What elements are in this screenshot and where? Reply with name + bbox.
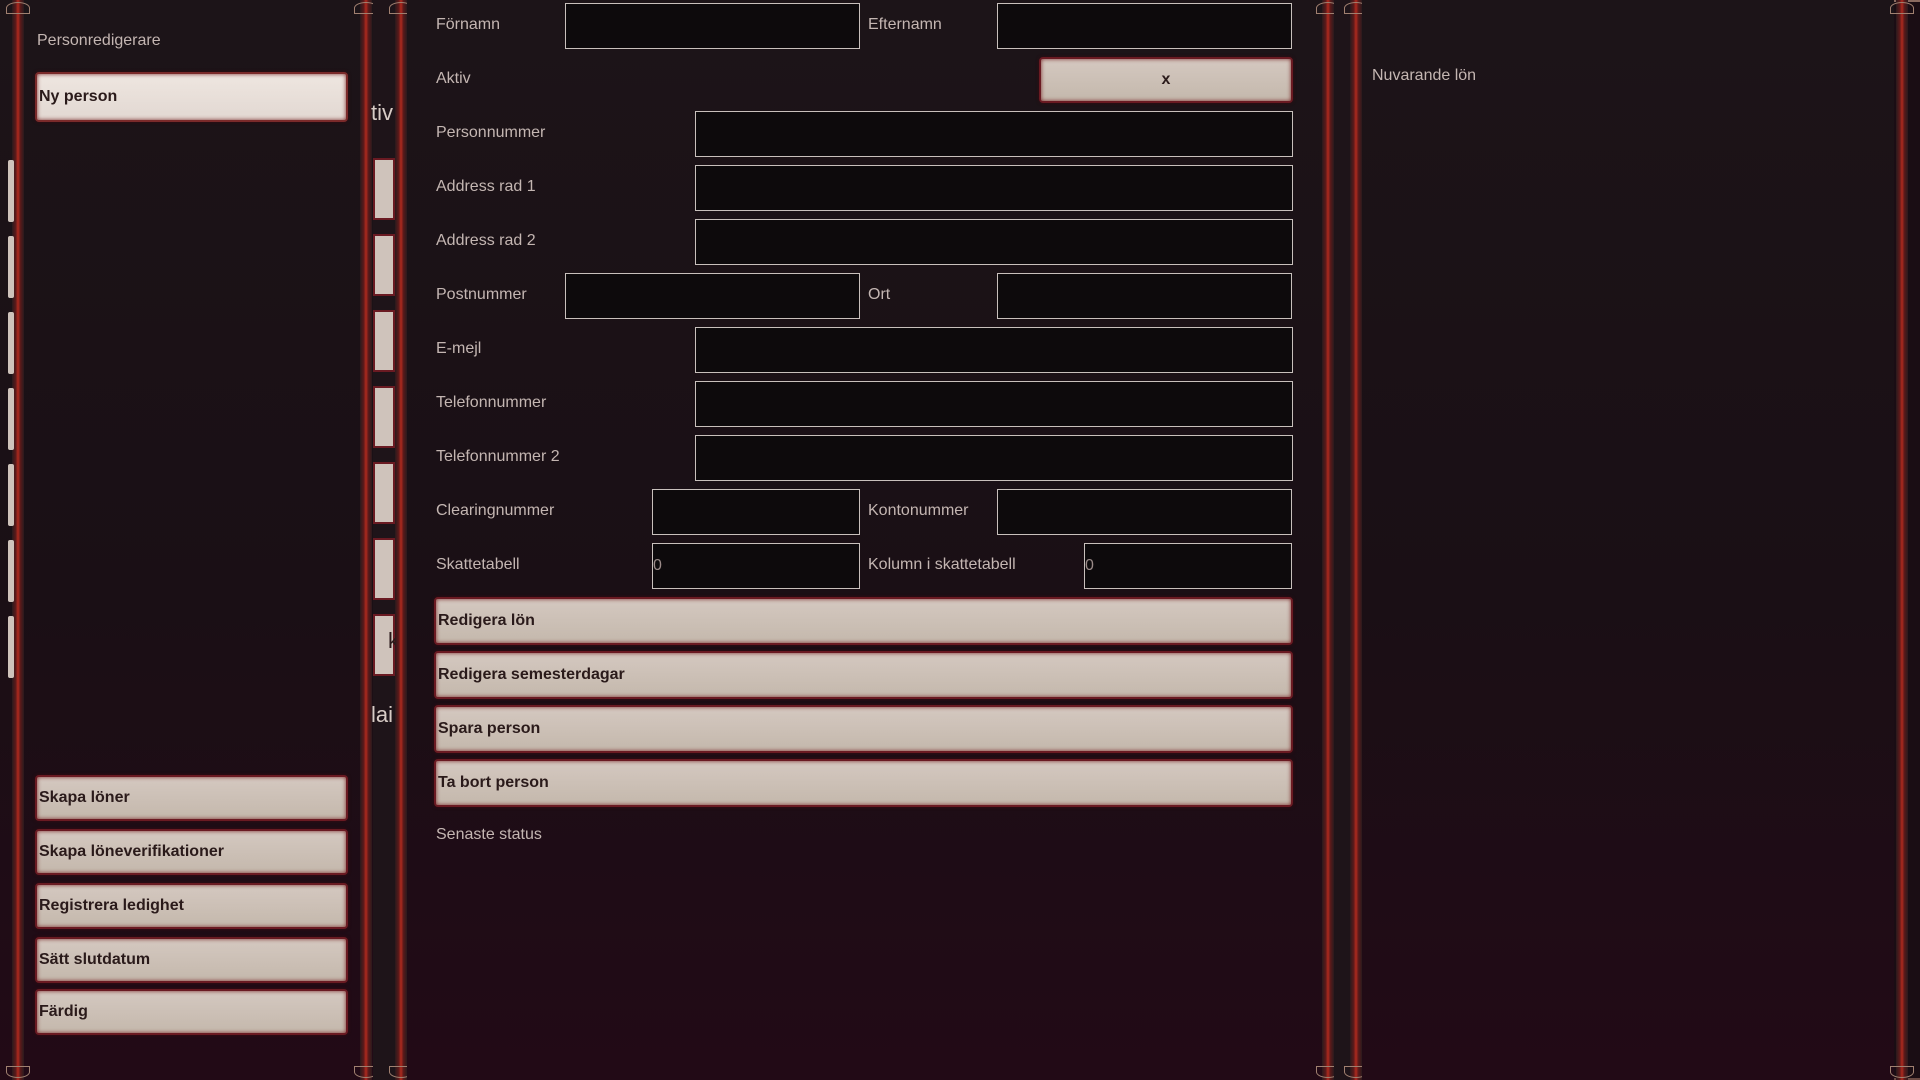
panel-tab-edge	[8, 540, 14, 602]
register-leave-button[interactable]: Registrera ledighet	[35, 883, 348, 929]
background-button	[373, 234, 395, 296]
panel-title: Personredigerare	[37, 32, 161, 49]
frame-divider	[354, 0, 378, 1080]
tax-table-input[interactable]	[652, 543, 860, 589]
current-salary-panel	[1362, 0, 1894, 1080]
frame-divider	[1316, 0, 1340, 1080]
address1-input[interactable]	[695, 165, 1293, 211]
postal-code-input[interactable]	[565, 273, 860, 319]
delete-person-button[interactable]: Ta bort person	[434, 759, 1293, 807]
background-button	[373, 158, 395, 220]
phone-input[interactable]	[695, 381, 1293, 427]
clearing-number-label: Clearingnummer	[436, 502, 555, 519]
edit-salary-button[interactable]: Redigera lön	[434, 597, 1293, 645]
address2-input[interactable]	[695, 219, 1293, 265]
first-name-input[interactable]	[565, 3, 860, 49]
background-button	[373, 462, 395, 524]
active-toggle[interactable]: x	[1039, 57, 1293, 103]
current-salary-title: Nuvarande lön	[1372, 67, 1477, 84]
city-input[interactable]	[997, 273, 1292, 319]
clearing-number-input[interactable]	[652, 489, 860, 535]
phone-label: Telefonnummer	[436, 394, 547, 411]
last-name-input[interactable]	[997, 3, 1292, 49]
frame-divider	[1344, 0, 1368, 1080]
phone2-label: Telefonnummer 2	[436, 448, 560, 465]
email-label: E-mejl	[436, 340, 482, 357]
tax-column-input[interactable]	[1084, 543, 1292, 589]
tax-table-label: Skattetabell	[436, 556, 520, 573]
panel-tab-edge	[8, 388, 14, 450]
done-button[interactable]: Färdig	[35, 989, 348, 1035]
panel-tab-edge	[8, 160, 14, 222]
background-button	[373, 386, 395, 448]
phone2-input[interactable]	[695, 435, 1293, 481]
save-person-button[interactable]: Spara person	[434, 705, 1293, 753]
last-name-label: Efternamn	[868, 16, 942, 33]
set-end-date-button[interactable]: Sätt slutdatum	[35, 937, 348, 983]
city-label: Ort	[868, 286, 891, 303]
address2-label: Address rad 2	[436, 232, 536, 249]
first-name-label: Förnamn	[436, 16, 501, 33]
panel-tab-edge	[8, 236, 14, 298]
frame-divider	[1890, 0, 1914, 1080]
background-text: tiv	[371, 100, 393, 125]
address1-label: Address rad 1	[436, 178, 536, 195]
create-salaries-button[interactable]: Skapa löner	[35, 775, 348, 821]
tax-column-label: Kolumn i skattetabell	[868, 556, 1016, 573]
background-text: lai	[371, 702, 394, 727]
person-form-panel	[407, 0, 1322, 1080]
background-button	[373, 538, 395, 600]
background-button	[373, 310, 395, 372]
personal-number-input[interactable]	[695, 111, 1293, 157]
new-person-button[interactable]: Ny person	[35, 72, 348, 122]
postal-code-label: Postnummer	[436, 286, 527, 303]
create-salary-verifications-button[interactable]: Skapa löneverifikationer	[35, 829, 348, 875]
account-number-input[interactable]	[997, 489, 1292, 535]
panel-tab-edge	[8, 312, 14, 374]
active-label: Aktiv	[436, 70, 471, 87]
latest-status-label: Senaste status	[436, 826, 542, 843]
email-input[interactable]	[695, 327, 1293, 373]
account-number-label: Kontonummer	[868, 502, 969, 519]
edit-vacation-days-button[interactable]: Redigera semesterdagar	[434, 651, 1293, 699]
frame-divider	[389, 0, 413, 1080]
panel-tab-edge	[8, 616, 14, 678]
personal-number-label: Personnummer	[436, 124, 546, 141]
panel-tab-edge	[8, 464, 14, 526]
